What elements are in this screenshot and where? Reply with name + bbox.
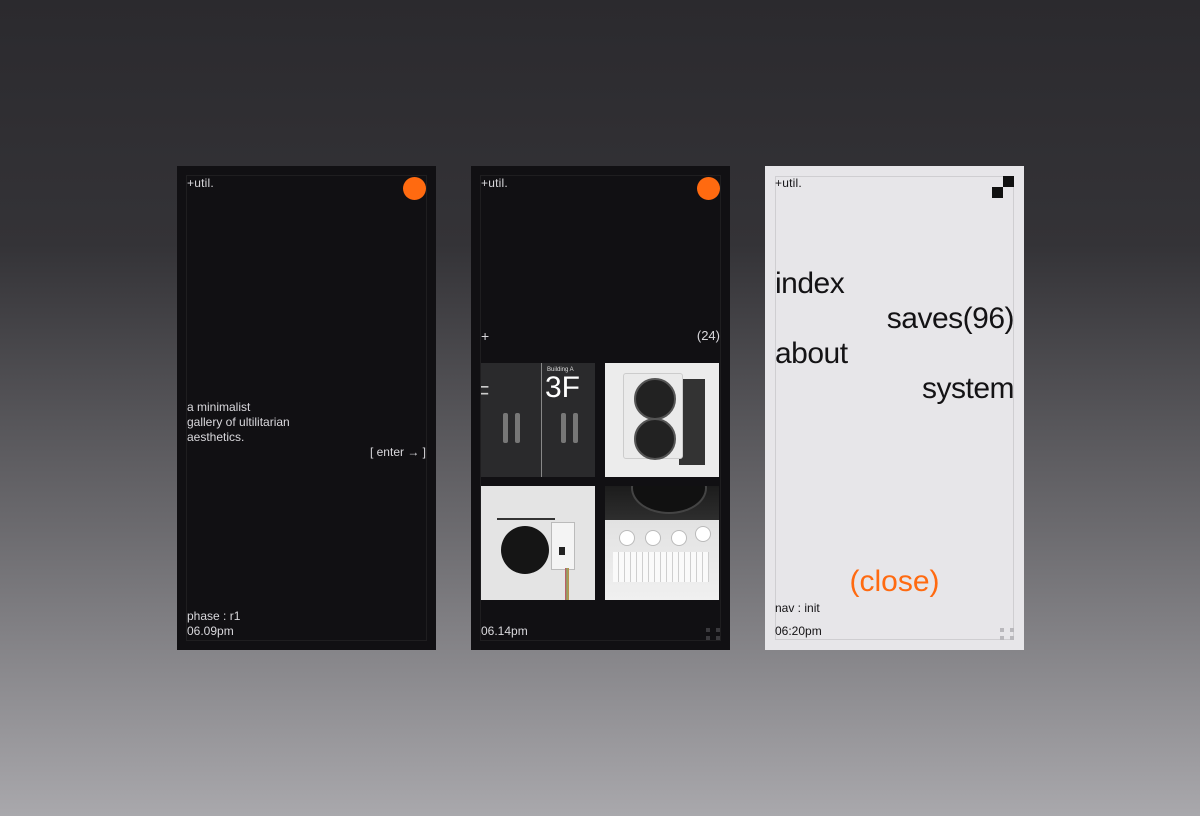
speaker-cone	[634, 418, 676, 460]
phase-label: phase : r1	[187, 609, 241, 623]
figure-silhouette	[515, 413, 520, 443]
nav-menu: index saves(96) about system	[775, 266, 1015, 406]
console-knob	[671, 530, 687, 546]
corner-mark-icon	[1000, 628, 1014, 640]
gallery-thumb-console[interactable]	[605, 486, 719, 600]
tagline-line: a minimalist	[187, 400, 251, 414]
brand-logo[interactable]: +util.	[775, 176, 802, 190]
menu-item-about[interactable]: about	[775, 336, 1014, 371]
close-button[interactable]: (close)	[765, 565, 1024, 599]
figure-silhouette	[561, 413, 566, 443]
thumb-sign-floor: 3F	[545, 371, 581, 404]
menu-item-saves[interactable]: saves(96)	[775, 301, 1015, 336]
enter-link[interactable]: [ enter → ]	[370, 445, 426, 459]
add-icon[interactable]: +	[481, 328, 489, 344]
tagline-line: gallery of ultilitarian	[187, 415, 290, 429]
console-knob	[695, 526, 711, 542]
brand-logo[interactable]: +util.	[481, 176, 508, 190]
gallery-thumb-turntable[interactable]	[481, 486, 595, 600]
time-label: 06.09pm	[187, 624, 234, 638]
gallery-screen: +util. + (24) F Building A 3F 06.14pm	[471, 166, 730, 650]
figure-silhouette	[573, 413, 578, 443]
landing-screen: +util. a minimalist gallery of ultilitar…	[177, 166, 436, 650]
menu-item-system[interactable]: system	[775, 371, 1015, 406]
cable	[565, 568, 569, 600]
player-unit	[551, 522, 575, 570]
console-knob	[645, 530, 661, 546]
nav-status: nav : init	[775, 601, 820, 615]
corner-mark-icon	[706, 628, 720, 640]
thumb-divider	[541, 363, 542, 477]
gallery-thumb-speaker[interactable]	[605, 363, 719, 477]
tagline: a minimalist gallery of ultilitarian aes…	[187, 400, 290, 445]
menu-item-index[interactable]: index	[775, 266, 1014, 301]
brand-logo[interactable]: +util.	[187, 176, 214, 190]
menu-dot-button[interactable]	[403, 177, 426, 200]
pixel-logo-icon	[992, 176, 1014, 198]
menu-screen: +util. index saves(96) about system (clo…	[765, 166, 1024, 650]
speaker-cone	[634, 378, 676, 420]
thumb-sign-partial: F	[481, 383, 490, 405]
figure-silhouette	[503, 413, 508, 443]
wall-rail	[497, 518, 555, 520]
console-keys	[613, 552, 709, 582]
gallery-thumb-building[interactable]: F Building A 3F	[481, 363, 595, 477]
tagline-line: aesthetics.	[187, 430, 245, 444]
console-knob	[619, 530, 635, 546]
time-label: 06:20pm	[775, 624, 822, 638]
time-label: 06.14pm	[481, 624, 528, 638]
menu-dot-button[interactable]	[697, 177, 720, 200]
speaker-front	[623, 373, 683, 460]
item-count: (24)	[696, 328, 720, 343]
record-disc	[501, 526, 549, 574]
